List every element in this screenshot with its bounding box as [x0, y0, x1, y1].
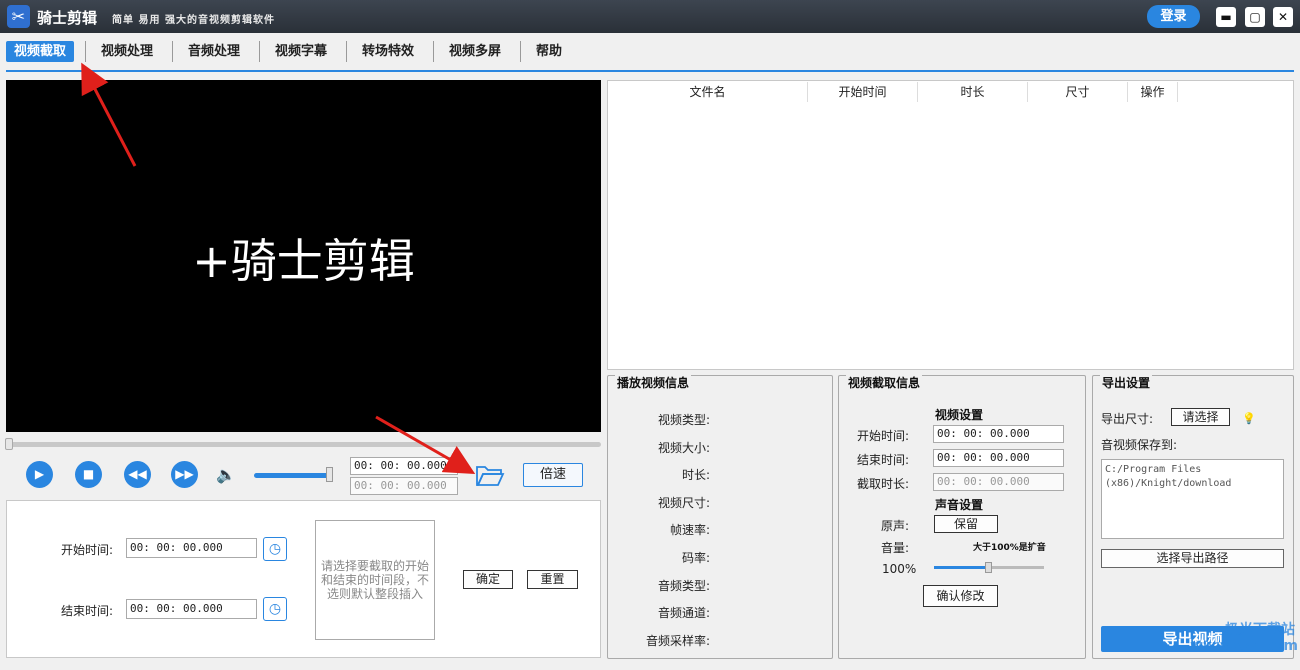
field-video-dimensions: 视频尺寸:	[657, 496, 710, 510]
column-header-actions[interactable]: 操作	[1128, 82, 1177, 102]
speaker-icon[interactable]: 🔈	[216, 465, 238, 485]
current-time-display: 00: 00: 00.000	[350, 457, 458, 475]
speed-button[interactable]: 倍速	[523, 463, 583, 487]
clip-info-end-label: 结束时间:	[857, 453, 910, 467]
clip-info-title: 视频截取信息	[846, 374, 923, 391]
clip-start-input[interactable]: 00: 00: 00.000	[126, 538, 257, 558]
column-header-filename[interactable]: 文件名	[608, 82, 807, 102]
minimize-button[interactable]: ▬	[1216, 7, 1236, 27]
fast-forward-icon[interactable]: ▶▶	[171, 461, 198, 488]
original-audio-label: 原声:	[881, 519, 910, 533]
export-title: 导出设置	[1100, 374, 1153, 391]
field-audio-channels: 音频通道:	[657, 606, 710, 620]
stop-icon[interactable]: ■	[75, 461, 102, 488]
choose-export-path-button[interactable]: 选择导出路径	[1101, 549, 1284, 568]
field-frame-rate: 帧速率:	[669, 523, 710, 537]
total-time-display: 00: 00: 00.000	[350, 477, 458, 495]
menu-separator	[172, 41, 173, 62]
clip-volume-fill	[934, 566, 989, 569]
column-header-size[interactable]: 尺寸	[1028, 82, 1127, 102]
menu-separator	[433, 41, 434, 62]
app-title: 骑士剪辑	[37, 9, 98, 27]
maximize-button[interactable]: ▢	[1245, 7, 1265, 27]
clip-reset-button[interactable]: 重置	[527, 570, 578, 589]
clock-icon[interactable]: ◷	[263, 537, 287, 561]
clip-info-start-label: 开始时间:	[857, 429, 910, 443]
rewind-icon[interactable]: ◀◀	[124, 461, 151, 488]
volume-label: 音量:	[881, 541, 910, 555]
app-slogan: 简单 易用 强大的音视频剪辑软件	[112, 15, 275, 26]
player-watermark[interactable]: +骑士剪辑	[6, 225, 601, 291]
menu-underline	[6, 70, 1294, 72]
progress-handle[interactable]	[5, 438, 13, 450]
clip-hint: 请选择要截取的开始和结束的时间段，不选则默认整段插入	[315, 520, 435, 640]
export-size-label: 导出尺寸:	[1101, 412, 1154, 426]
field-audio-type: 音频类型:	[657, 579, 710, 593]
save-path-label: 音视频保存到:	[1101, 438, 1178, 452]
column-header-start-time[interactable]: 开始时间	[808, 82, 917, 102]
open-folder-icon[interactable]	[475, 462, 505, 488]
keep-audio-button[interactable]: 保留	[934, 515, 998, 533]
menu-separator	[346, 41, 347, 62]
clip-confirm-button[interactable]: 确定	[463, 570, 513, 589]
file-table[interactable]	[607, 80, 1294, 370]
menu-separator	[520, 41, 521, 62]
column-separator	[1177, 82, 1178, 102]
clock-icon[interactable]: ◷	[263, 597, 287, 621]
play-info-title: 播放视频信息	[615, 374, 692, 391]
volume-handle[interactable]	[326, 467, 333, 482]
tab-transition-effects[interactable]: 转场特效	[354, 41, 422, 62]
app-logo-icon: ✂	[7, 5, 30, 28]
menu-separator	[85, 41, 86, 62]
tab-multi-screen[interactable]: 视频多屏	[441, 41, 509, 62]
volume-slider[interactable]	[254, 473, 332, 478]
playback-progress-bar[interactable]	[6, 442, 601, 447]
login-button[interactable]: 登录	[1147, 5, 1200, 28]
video-player[interactable]: +骑士剪辑	[6, 80, 601, 432]
field-video-type: 视频类型:	[657, 413, 710, 427]
video-settings-heading: 视频设置	[935, 408, 984, 422]
tab-video-process[interactable]: 视频处理	[93, 41, 161, 62]
clip-end-input[interactable]: 00: 00: 00.000	[126, 599, 257, 619]
clip-info-duration-input: 00: 00: 00.000	[933, 473, 1064, 491]
field-video-size: 视频大小:	[657, 441, 710, 455]
clip-end-label: 结束时间:	[61, 604, 114, 618]
export-size-button[interactable]: 请选择	[1171, 408, 1230, 426]
confirm-edit-button[interactable]: 确认修改	[923, 585, 998, 607]
volume-percent: 100%	[882, 562, 917, 576]
field-audio-sample-rate: 音频采样率:	[645, 634, 710, 648]
clip-info-duration-label: 截取时长:	[857, 477, 910, 491]
volume-hint: 大于100%是扩音	[973, 543, 1046, 553]
audio-settings-heading: 声音设置	[935, 498, 984, 512]
clip-start-label: 开始时间:	[61, 543, 114, 557]
column-header-duration[interactable]: 时长	[918, 82, 1027, 102]
menu-separator	[259, 41, 260, 62]
tab-video-subtitle[interactable]: 视频字幕	[267, 41, 335, 62]
site-watermark: 极光下载站 www.xz7.com	[1190, 622, 1298, 654]
save-path-textbox[interactable]: C:/Program Files (x86)/Knight/download	[1101, 459, 1284, 539]
tab-video-clip[interactable]: 视频截取	[6, 41, 75, 62]
play-icon[interactable]: ▶	[26, 461, 53, 488]
clip-info-end-input[interactable]: 00: 00: 00.000	[933, 449, 1064, 467]
lightbulb-icon: 💡	[1242, 412, 1256, 425]
tab-help[interactable]: 帮助	[528, 41, 570, 62]
close-button[interactable]: ✕	[1273, 7, 1293, 27]
clip-volume-handle[interactable]	[985, 562, 992, 573]
field-duration: 时长:	[681, 468, 710, 482]
tab-audio-process[interactable]: 音频处理	[180, 41, 248, 62]
field-bitrate: 码率:	[681, 551, 710, 565]
clip-info-start-input[interactable]: 00: 00: 00.000	[933, 425, 1064, 443]
